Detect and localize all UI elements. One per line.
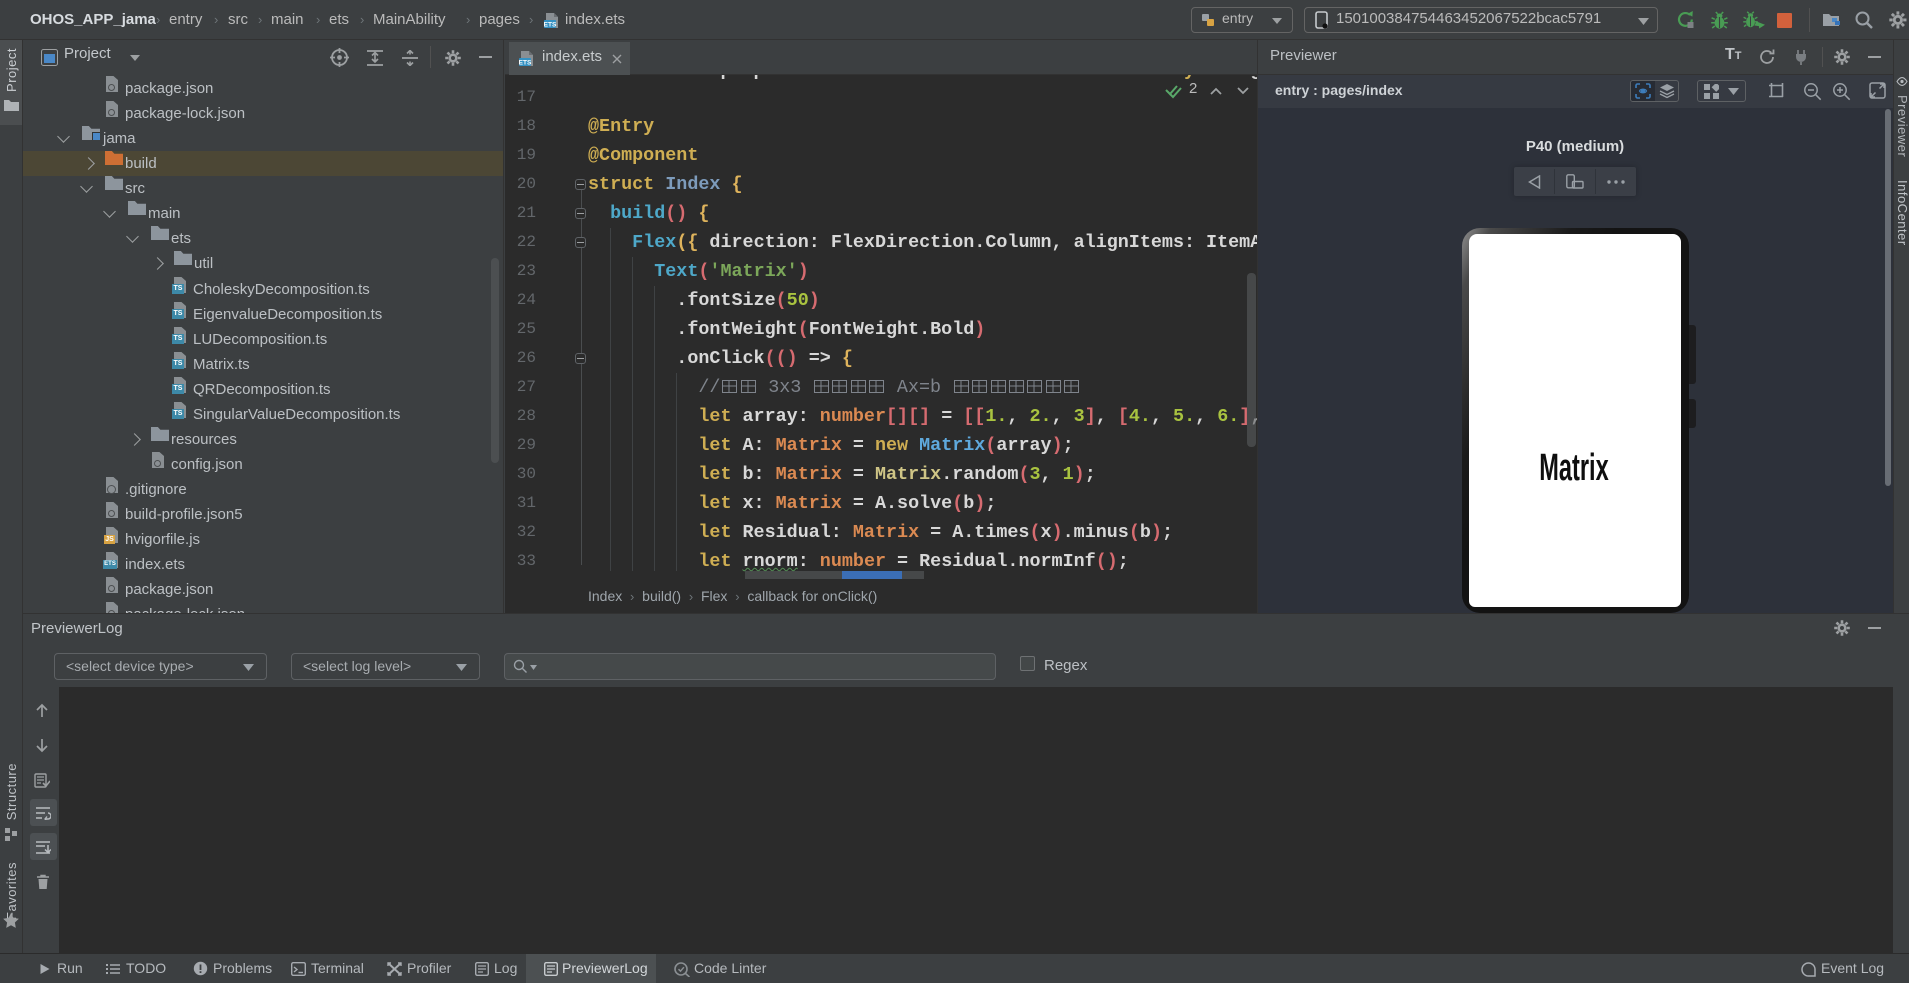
svg-text:ETS: ETS bbox=[519, 60, 532, 67]
svg-text:ETS: ETS bbox=[544, 22, 557, 29]
